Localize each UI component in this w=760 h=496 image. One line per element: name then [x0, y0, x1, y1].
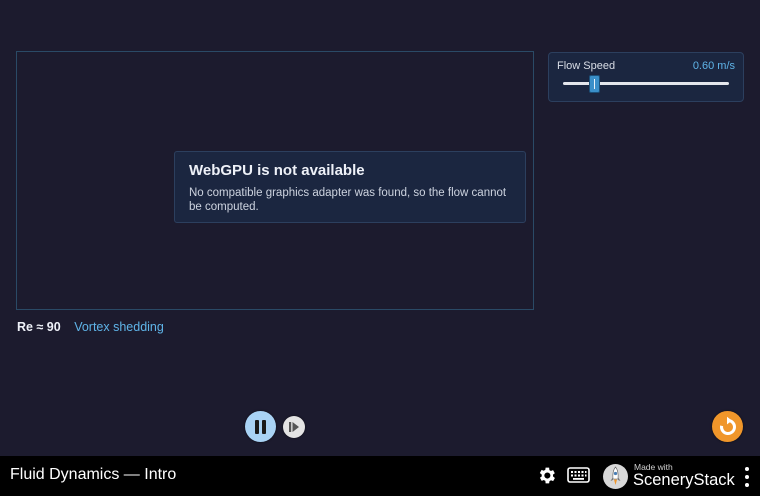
webgpu-error-dialog: WebGPU is not available No compatible gr…: [174, 151, 526, 223]
preferences-button[interactable]: [536, 465, 557, 486]
flow-speed-slider-thumb[interactable]: [589, 75, 601, 93]
simulation-screen: WebGPU is not available No compatible gr…: [0, 0, 760, 456]
error-message: No compatible graphics adapter was found…: [189, 187, 507, 213]
reset-all-button[interactable]: [712, 411, 743, 442]
reset-icon: [719, 416, 736, 435]
pause-icon: [254, 419, 268, 434]
brand-name: SceneryStack: [633, 471, 735, 489]
step-forward-button[interactable]: [283, 416, 305, 438]
flow-canvas[interactable]: WebGPU is not available No compatible gr…: [16, 51, 534, 310]
play-pause-button[interactable]: [245, 411, 276, 442]
reynolds-number: Re ≈ 90: [17, 320, 61, 334]
scenerystack-brand[interactable]: Made with SceneryStack: [603, 462, 743, 492]
flow-speed-slider-track[interactable]: [563, 82, 729, 85]
flow-regime: Vortex shedding: [74, 320, 164, 334]
flow-speed-panel: Flow Speed 0.60 m/s: [548, 52, 744, 102]
rocket-logo-icon: [603, 464, 628, 489]
sim-title: Fluid Dynamics — Intro: [10, 466, 177, 483]
reynolds-readout: Re ≈ 90 Vortex shedding: [17, 320, 164, 334]
flow-speed-label: Flow Speed: [557, 60, 616, 72]
keyboard-help-button[interactable]: [567, 466, 590, 484]
gear-icon: [539, 467, 555, 484]
navigation-bar: Fluid Dynamics — Intro Made with Scenery…: [0, 456, 760, 496]
error-title: WebGPU is not available: [189, 162, 365, 179]
step-forward-icon: [289, 422, 299, 432]
keyboard-icon: [567, 467, 590, 483]
phet-menu-button[interactable]: [742, 467, 752, 487]
flow-speed-value: 0.60 m/s: [692, 60, 735, 72]
kebab-menu-icon: [745, 467, 749, 471]
